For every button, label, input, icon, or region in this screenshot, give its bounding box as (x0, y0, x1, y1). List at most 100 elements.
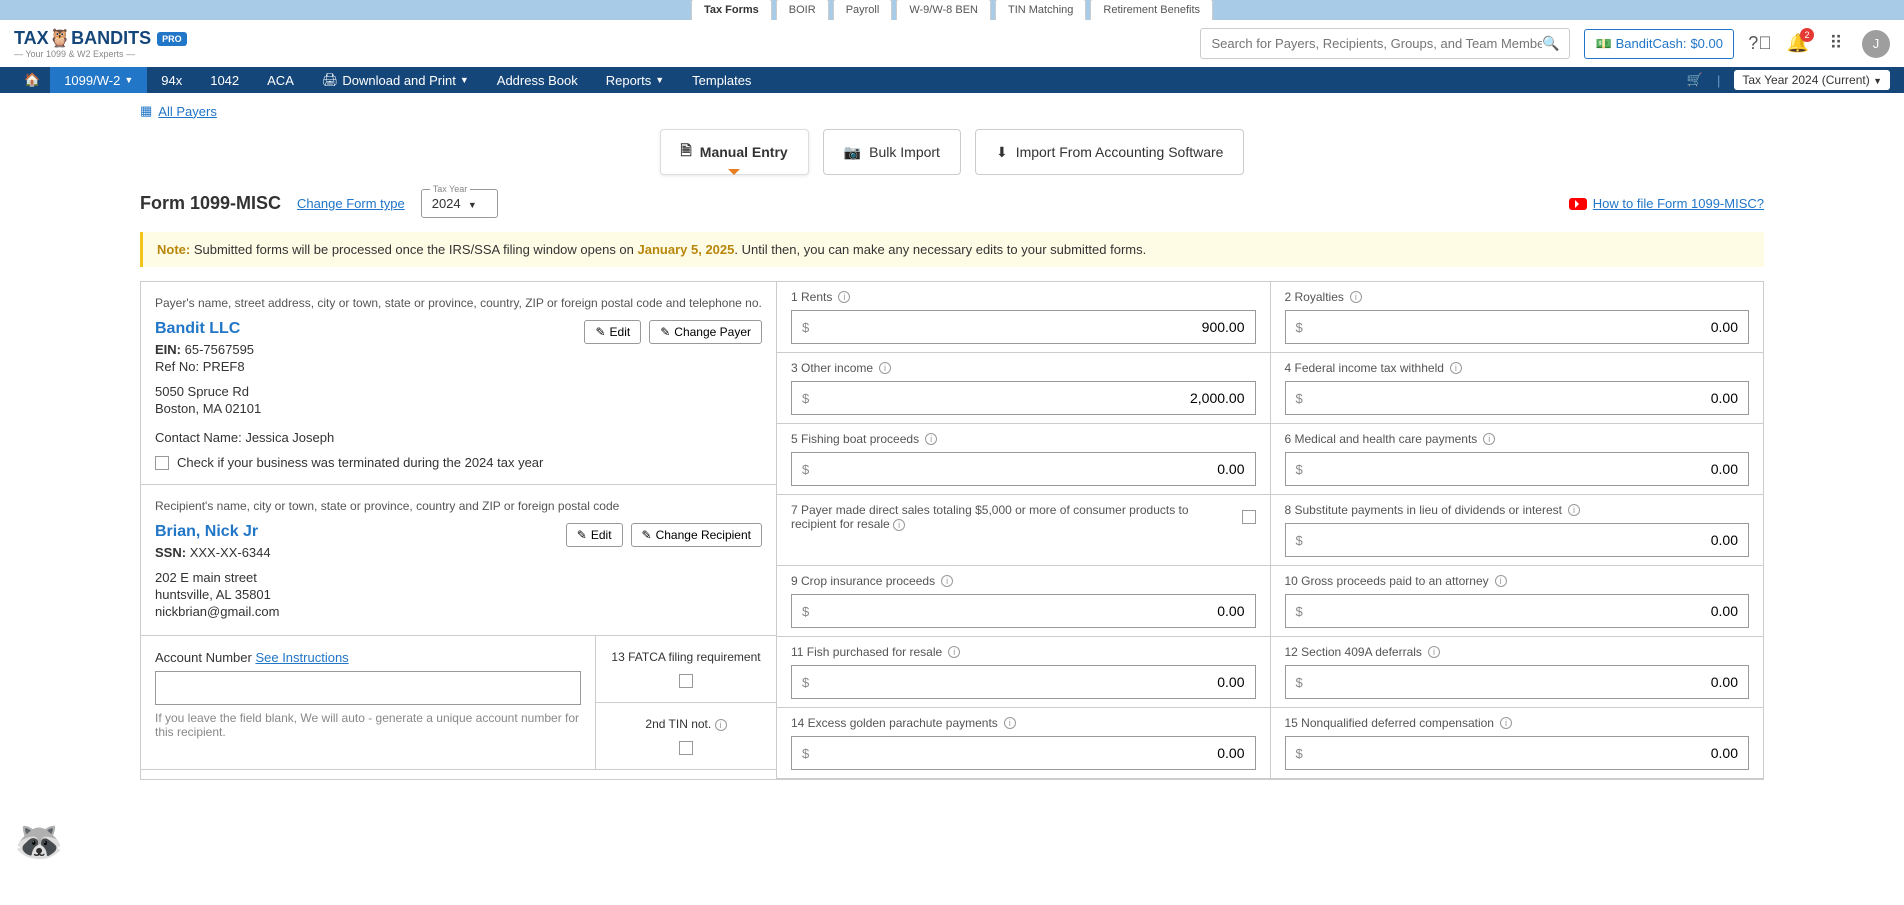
bandit-cash[interactable]: 💵 BanditCash: $0.00 (1584, 29, 1734, 59)
tax-year-dropdown[interactable]: Tax Year 2024 ▼ (421, 189, 498, 218)
document-icon: 🗎 (681, 140, 692, 164)
info-icon[interactable]: i (1428, 646, 1440, 658)
box-9-crop: 9 Crop insurance proceedsi $ (776, 566, 1270, 637)
form-grid: Payer's name, street address, city or to… (140, 281, 1764, 780)
camera-icon: 📷 (844, 144, 861, 161)
nav-home[interactable]: 🏠 (14, 67, 50, 93)
rents-input[interactable] (819, 319, 1254, 335)
box-7-direct-sales: 7 Payer made direct sales totaling $5,00… (776, 495, 1270, 566)
printer-icon: 🖨 (322, 72, 339, 88)
info-icon[interactable]: i (838, 291, 850, 303)
substitute-input[interactable] (1313, 532, 1748, 548)
header: TAX🦉BANDITSPRO — Your 1099 & W2 Experts … (0, 20, 1904, 67)
second-tin-cell: 2nd TIN not. i (596, 703, 776, 769)
all-payers-link[interactable]: ▦ All Payers (140, 103, 1764, 119)
tax-year-selector[interactable]: Tax Year 2024 (Current) ▼ (1734, 70, 1890, 90)
box-5-fishing: 5 Fishing boat proceedsi $ (776, 424, 1270, 495)
info-icon[interactable]: i (1500, 717, 1512, 729)
mascot-icon[interactable]: 🦝 (14, 818, 64, 865)
info-icon[interactable]: i (1495, 575, 1507, 587)
box-8-substitute: 8 Substitute payments in lieu of dividen… (1270, 495, 1764, 566)
info-icon[interactable]: i (893, 519, 905, 531)
fed-tax-input[interactable] (1313, 390, 1748, 406)
change-payer-button[interactable]: ✎Change Payer (649, 320, 762, 344)
how-to-file-link[interactable]: How to file Form 1099-MISC? (1569, 196, 1764, 211)
top-tab-retirement[interactable]: Retirement Benefits (1090, 0, 1213, 20)
top-tab-payroll[interactable]: Payroll (833, 0, 893, 20)
account-number-input[interactable] (155, 671, 581, 705)
notification-icon[interactable]: 🔔2 (1786, 32, 1810, 56)
info-icon[interactable]: i (925, 433, 937, 445)
fishing-input[interactable] (819, 461, 1254, 477)
medical-input[interactable] (1313, 461, 1748, 477)
top-tab-w9w8[interactable]: W-9/W-8 BEN (896, 0, 991, 20)
box-10-attorney: 10 Gross proceeds paid to an attorneyi $ (1270, 566, 1764, 637)
payer-section: Payer's name, street address, city or to… (141, 282, 776, 485)
nav-94x[interactable]: 94x (147, 67, 196, 93)
tab-import-accounting[interactable]: ⬇Import From Accounting Software (975, 129, 1245, 175)
top-tab-tax-forms[interactable]: Tax Forms (691, 0, 772, 20)
recipient-section: Recipient's name, city or town, state or… (141, 485, 776, 636)
other-income-input[interactable] (819, 390, 1254, 406)
cart-icon[interactable]: 🛒 (1687, 72, 1703, 88)
top-tab-tin[interactable]: TIN Matching (995, 0, 1086, 20)
fatca-cell: 13 FATCA filing requirement (596, 636, 776, 703)
fish-input[interactable] (819, 674, 1254, 690)
royalties-input[interactable] (1313, 319, 1748, 335)
fatca-checkbox[interactable] (679, 674, 693, 688)
see-instructions-link[interactable]: See Instructions (255, 650, 348, 665)
nav-1099[interactable]: 1099/W-2▼ (50, 67, 147, 93)
import-icon: ⬇ (996, 144, 1008, 161)
tab-manual-entry[interactable]: 🗎Manual Entry (660, 129, 809, 175)
nav-download[interactable]: 🖨Download and Print▼ (308, 67, 483, 93)
nav-aca[interactable]: ACA (253, 67, 308, 93)
swap-icon: ✎ (642, 528, 652, 542)
nav-templates[interactable]: Templates (678, 67, 765, 93)
info-icon[interactable]: i (941, 575, 953, 587)
note-box: Note: Submitted forms will be processed … (140, 232, 1764, 267)
edit-payer-button[interactable]: ✎Edit (584, 320, 641, 344)
edit-recipient-button[interactable]: ✎Edit (566, 523, 623, 547)
nav-address[interactable]: Address Book (483, 67, 592, 93)
search-icon[interactable]: 🔍 (1542, 35, 1559, 52)
apps-icon[interactable]: ⠿ (1824, 32, 1848, 56)
account-number-section: Account Number See Instructions If you l… (141, 636, 596, 769)
box-15-nonqualified: 15 Nonqualified deferred compensationi $ (1270, 708, 1764, 779)
box-4-fed-tax: 4 Federal income tax withheldi $ (1270, 353, 1764, 424)
info-icon[interactable]: i (1568, 504, 1580, 516)
second-tin-checkbox[interactable] (679, 741, 693, 755)
cash-icon: 💵 (1595, 36, 1611, 52)
pencil-icon: ✎ (595, 325, 605, 339)
crop-input[interactable] (819, 603, 1254, 619)
youtube-icon (1569, 198, 1587, 210)
info-icon[interactable]: i (715, 719, 727, 731)
box-14-parachute: 14 Excess golden parachute paymentsi $ (776, 708, 1270, 779)
nonqualified-input[interactable] (1313, 745, 1748, 761)
change-recipient-button[interactable]: ✎Change Recipient (631, 523, 762, 547)
info-icon[interactable]: i (948, 646, 960, 658)
form-title: Form 1099-MISC (140, 193, 281, 214)
parachute-input[interactable] (819, 745, 1254, 761)
business-terminated-checkbox[interactable] (155, 456, 169, 470)
tab-bulk-import[interactable]: 📷Bulk Import (823, 129, 961, 175)
help-icon[interactable]: ?⃝ (1748, 32, 1772, 56)
info-icon[interactable]: i (879, 362, 891, 374)
info-icon[interactable]: i (1004, 717, 1016, 729)
box-11-fish: 11 Fish purchased for resalei $ (776, 637, 1270, 708)
info-icon[interactable]: i (1450, 362, 1462, 374)
avatar[interactable]: J (1862, 30, 1890, 58)
pencil-icon: ✎ (577, 528, 587, 542)
info-icon[interactable]: i (1350, 291, 1362, 303)
top-tab-boir[interactable]: BOIR (776, 0, 829, 20)
nav-1042[interactable]: 1042 (196, 67, 253, 93)
direct-sales-checkbox[interactable] (1242, 510, 1256, 524)
change-form-type-link[interactable]: Change Form type (297, 196, 405, 211)
info-icon[interactable]: i (1483, 433, 1495, 445)
nav-reports[interactable]: Reports▼ (592, 67, 678, 93)
search-box[interactable]: 🔍 (1200, 28, 1570, 59)
409a-input[interactable] (1313, 674, 1748, 690)
search-input[interactable] (1211, 36, 1542, 51)
logo[interactable]: TAX🦉BANDITSPRO — Your 1099 & W2 Experts … (14, 28, 187, 59)
attorney-input[interactable] (1313, 603, 1748, 619)
nav-bar: 🏠 1099/W-2▼ 94x 1042 ACA 🖨Download and P… (0, 67, 1904, 93)
